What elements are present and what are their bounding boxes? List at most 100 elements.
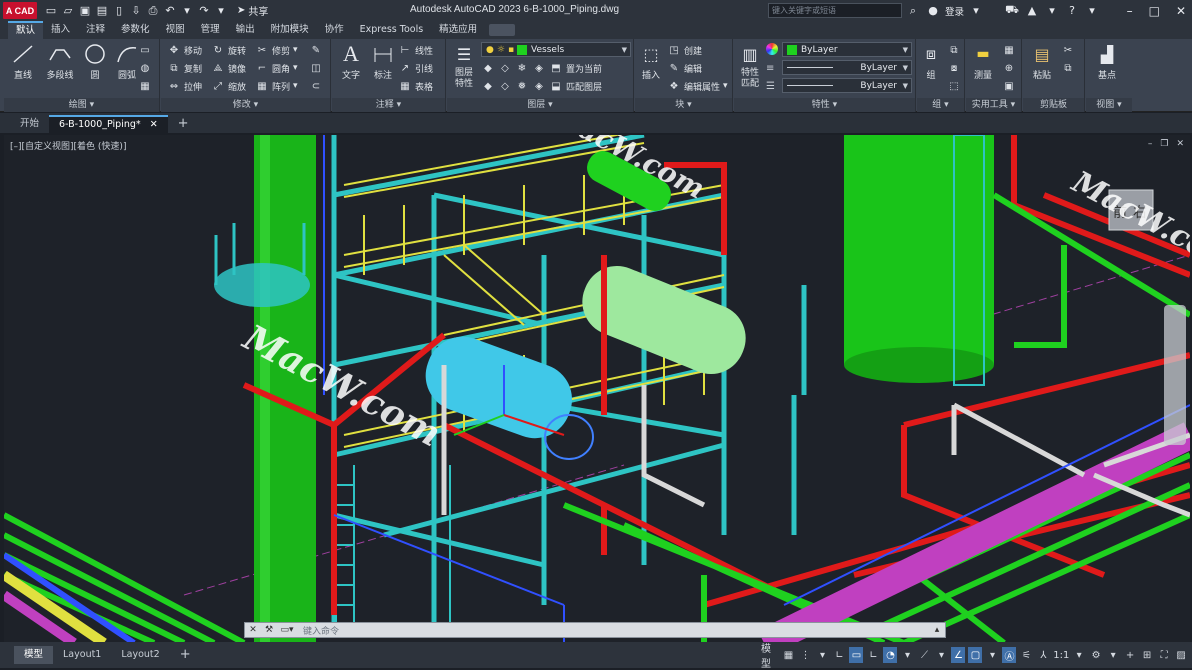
tab-output[interactable]: 输出 (228, 21, 263, 39)
save-icon[interactable]: ▣ (77, 3, 93, 19)
erase-button[interactable]: ✎ (309, 42, 323, 58)
layer-properties-button[interactable]: ☰ 图层特性 (449, 42, 479, 90)
app-logo[interactable]: A CAD (3, 2, 37, 19)
isolate-objects-icon[interactable]: ⛶ (1157, 647, 1171, 663)
close-icon[interactable]: ✕ (1176, 4, 1186, 18)
group-button[interactable]: ⧈ 组 (917, 42, 945, 81)
workspace-dropdown-icon[interactable]: ▾ (1106, 647, 1120, 663)
login-dropdown-icon[interactable]: ▾ (968, 3, 984, 19)
draw-panel-label[interactable]: 绘图 ▾ (4, 98, 159, 112)
rotate-button[interactable]: ↻ 旋转 (211, 42, 246, 58)
array-button[interactable]: ▦ 阵列 ▾ (255, 78, 298, 94)
edit-attributes-dropdown-icon[interactable]: ▾ (723, 81, 728, 91)
open-folder-icon[interactable]: ▱ (60, 3, 76, 19)
snap-icon[interactable]: ⋮ (798, 647, 812, 663)
layer-lock-icon[interactable]: ◈ (532, 62, 546, 74)
measure-button[interactable]: ▬ 测量 (968, 42, 998, 81)
cut-button[interactable]: ✂ (1061, 42, 1075, 58)
linetype-dropdown[interactable]: ByLayer ▼ (782, 60, 912, 75)
trim-button[interactable]: ✂ 修剪 ▾ (255, 42, 298, 58)
layer-off-icon[interactable]: ◆ (481, 62, 495, 74)
leader-button[interactable]: ↗ 引线 (398, 60, 433, 76)
maximize-icon[interactable]: □ (1149, 4, 1160, 18)
text-button[interactable]: A 文字 (334, 41, 368, 81)
match-layer-button[interactable]: 匹配图层 (566, 80, 602, 93)
undo-dropdown-icon[interactable]: ▾ (179, 3, 195, 19)
ungroup-button[interactable]: ⧉ (947, 42, 961, 58)
redo-dropdown-icon[interactable]: ▾ (213, 3, 229, 19)
layers-panel-label[interactable]: 图层 ▾ (447, 98, 633, 112)
layer-on-icon[interactable]: ◆ (481, 80, 495, 92)
close-command-icon[interactable]: ✕ (245, 625, 261, 635)
edit-attributes-button[interactable]: ❖ 编辑属性 ▾ (667, 78, 728, 94)
annotation-scale-value[interactable]: 1:1 (1053, 647, 1069, 663)
group-edit-button[interactable]: ⧇ (947, 60, 961, 76)
add-layout-button[interactable]: + (170, 646, 201, 664)
dimension-button[interactable]: 标注 (366, 42, 400, 81)
cart-icon[interactable]: ⛟ (1004, 3, 1020, 19)
color-dropdown[interactable]: ByLayer ▼ (782, 42, 912, 57)
autodesk-dropdown-icon[interactable]: ▾ (1044, 3, 1060, 19)
viewport-controls-label[interactable]: [–][自定义视图][着色 (快速)] (10, 139, 126, 152)
tab-drawing[interactable]: 6-B-1000_Piping* ✕ (49, 115, 168, 133)
rectangle-button[interactable]: ▭ (138, 42, 152, 58)
select-all-button[interactable]: ▣ (1002, 78, 1016, 94)
auto-scale-icon[interactable]: ⚟ (1019, 647, 1033, 663)
array-dropdown-icon[interactable]: ▾ (293, 81, 298, 91)
dynamic-input-icon[interactable]: ▭ (849, 647, 864, 663)
tab-annotate[interactable]: 注释 (78, 21, 113, 39)
recent-commands-icon[interactable]: ▭▾ (277, 625, 297, 635)
copy-clip-button[interactable]: ⧉ (1061, 60, 1075, 76)
tab-view[interactable]: 视图 (158, 21, 193, 39)
group-select-button[interactable]: ⬚ (947, 78, 961, 94)
table-draw-button[interactable]: ▦ (138, 78, 152, 94)
help-search-input[interactable]: 键入关键字或短语 (768, 3, 902, 18)
tab-addins[interactable]: 附加模块 (263, 21, 317, 39)
fillet-button[interactable]: ⌐ 圆角 ▾ (255, 60, 298, 76)
tab-manage[interactable]: 管理 (193, 21, 228, 39)
minimize-icon[interactable]: – (1127, 4, 1133, 18)
model-space-toggle[interactable]: 模型 (758, 644, 778, 670)
add-icon[interactable]: + (1123, 647, 1137, 663)
help-icon[interactable]: ? (1064, 3, 1080, 19)
line-button[interactable]: 直线 (6, 42, 40, 81)
new-tab-button[interactable]: + (168, 115, 199, 133)
tab-insert[interactable]: 插入 (43, 21, 78, 39)
isodraft-icon[interactable]: ⟋ (917, 647, 931, 663)
infer-icon[interactable]: ∟ (832, 647, 846, 663)
annotation-panel-label[interactable]: 注释 ▾ (332, 98, 445, 112)
base-view-button[interactable]: ▟ 基点 (1092, 42, 1122, 82)
command-history-icon[interactable]: ▴ (929, 625, 945, 635)
command-input[interactable]: 键入命令 (297, 624, 929, 637)
ribbon-options-toggle[interactable] (489, 24, 516, 36)
view-panel-label[interactable]: 视图 ▾ (1086, 98, 1132, 112)
viewport-restore-icon[interactable]: ❐ (1160, 139, 1168, 149)
hardware-accel-icon[interactable]: ▨ (1174, 647, 1188, 663)
customize-command-icon[interactable]: ⚒ (261, 625, 277, 635)
workspace-gear-icon[interactable]: ⚙ (1089, 647, 1103, 663)
share-button[interactable]: ➤ 共享 (237, 3, 268, 18)
grid-icon[interactable]: ▦ (781, 647, 795, 663)
tab-start[interactable]: 开始 (10, 115, 49, 133)
tab-layout1[interactable]: Layout1 (53, 646, 111, 664)
osnap-tracking-icon[interactable]: ∠ (951, 647, 966, 663)
tab-express-tools[interactable]: Express Tools (352, 21, 432, 39)
lineweight-dropdown[interactable]: ByLayer ▼ (782, 78, 912, 93)
snap-dropdown-icon[interactable]: ▾ (815, 647, 829, 663)
layer-freeze-icon[interactable]: ❄ (515, 62, 529, 74)
user-icon[interactable]: ● (925, 3, 941, 19)
trim-dropdown-icon[interactable]: ▾ (293, 45, 298, 55)
annotation-scale-icon[interactable]: ⅄ (1036, 647, 1050, 663)
linear-dim-button[interactable]: ⊢ 线性 (398, 42, 433, 58)
modify-panel-label[interactable]: 修改 ▾ (161, 98, 330, 112)
explode-button[interactable]: ◫ (309, 60, 323, 76)
move-button[interactable]: ✥ 移动 (167, 42, 202, 58)
polyline-button[interactable]: 多段线 (40, 42, 80, 81)
osnap-icon[interactable]: ▢ (968, 647, 983, 663)
close-tab-icon[interactable]: ✕ (150, 119, 158, 130)
insert-block-button[interactable]: ⬚ 插入 (637, 42, 665, 82)
save-to-web-icon[interactable]: ⇩ (128, 3, 144, 19)
isodraft-dropdown-icon[interactable]: ▾ (934, 647, 948, 663)
layer-thaw-icon[interactable]: ❅ (515, 80, 529, 92)
create-block-button[interactable]: ◳ 创建 (667, 42, 702, 58)
